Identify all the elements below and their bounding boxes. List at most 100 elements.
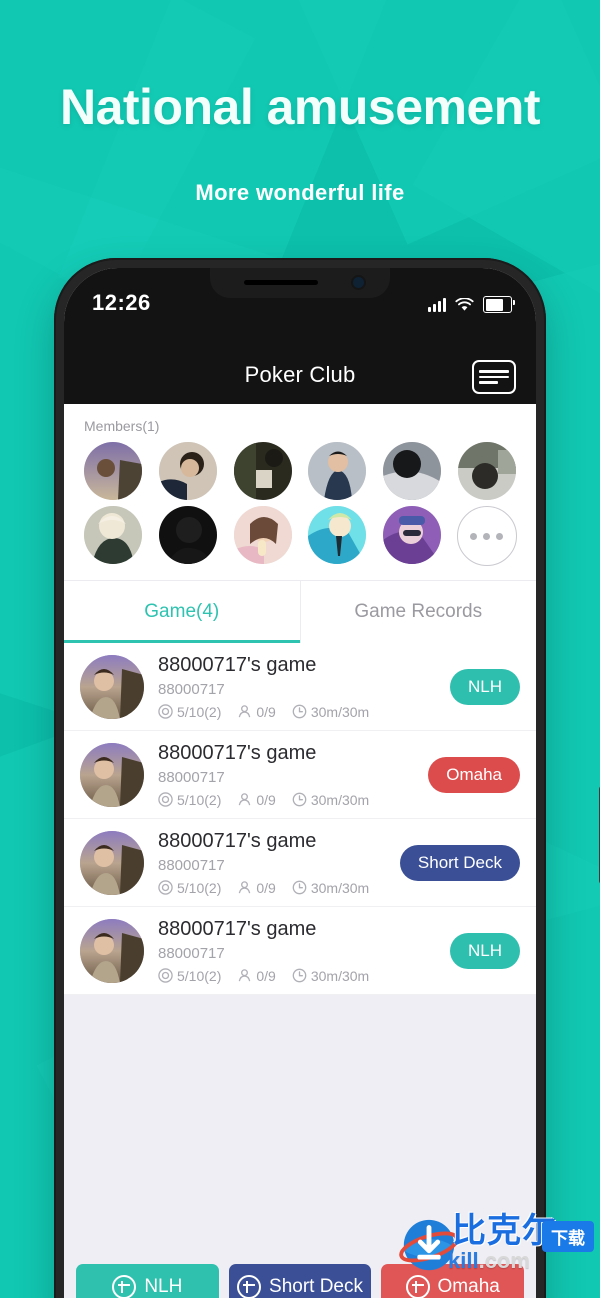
person-icon xyxy=(239,793,251,806)
game-blinds-value: 5/10(2) xyxy=(177,967,222,984)
create-short-deck-label: Short Deck xyxy=(269,1276,363,1297)
members-avatar-grid xyxy=(78,442,522,566)
clock-icon xyxy=(292,704,307,719)
list-empty-space xyxy=(64,995,536,1113)
chips-icon xyxy=(158,880,173,895)
game-players: 0/9 xyxy=(237,703,276,720)
clock-icon xyxy=(292,880,307,895)
app-title-bar: Poker Club xyxy=(64,346,536,404)
game-list: 88000717's game 88000717 5/10(2) 0/9 30m… xyxy=(64,643,536,995)
status-badge: NLH xyxy=(449,668,520,705)
create-nlh-button[interactable]: NLH xyxy=(76,1264,219,1298)
phone-notch xyxy=(210,268,390,298)
game-players-value: 0/9 xyxy=(256,703,276,720)
chips-icon xyxy=(158,704,173,719)
plus-circle-icon xyxy=(237,1275,262,1298)
create-omaha-label: Omaha xyxy=(437,1276,500,1297)
member-avatar-8[interactable] xyxy=(158,506,217,564)
bottom-action-bar: NLH Short Deck Omaha xyxy=(64,1256,536,1298)
game-players: 0/9 xyxy=(237,791,276,808)
game-blinds-value: 5/10(2) xyxy=(177,879,222,896)
chips-icon xyxy=(158,792,173,807)
game-title: 88000717's game xyxy=(158,653,317,676)
tab-game-records-label: Game Records xyxy=(354,601,483,622)
clock-icon xyxy=(292,968,307,983)
promo-headline: National amusement xyxy=(59,79,541,135)
game-duration-value: 30m/30m xyxy=(310,967,370,984)
tab-game-records[interactable]: Game Records xyxy=(299,581,537,643)
member-avatar-2[interactable] xyxy=(158,442,217,500)
members-label: Members(1) xyxy=(84,418,160,434)
member-avatar-3[interactable] xyxy=(233,442,292,500)
game-owner-avatar xyxy=(80,918,144,983)
phone-screen: 12:26 Poker Club Members(1) Game(4) Game… xyxy=(64,268,536,1298)
game-duration: 30m/30m xyxy=(292,880,369,896)
more-dots-icon[interactable] xyxy=(456,506,517,566)
content-tabs: Game(4) Game Records xyxy=(64,580,536,643)
clock-icon xyxy=(292,792,307,807)
members-section: Members(1) xyxy=(64,404,536,580)
game-players-value: 0/9 xyxy=(256,879,276,896)
game-duration-value: 30m/30m xyxy=(310,791,370,808)
game-blinds: 5/10(2) xyxy=(158,880,221,896)
person-icon xyxy=(239,881,251,894)
plus-circle-icon xyxy=(405,1275,430,1298)
game-title: 88000717's game xyxy=(158,917,317,940)
create-omaha-button[interactable]: Omaha xyxy=(381,1264,525,1298)
battery-icon xyxy=(483,296,515,313)
game-blinds: 5/10(2) xyxy=(158,968,221,984)
game-owner: 88000717 xyxy=(158,944,225,962)
front-camera xyxy=(353,277,364,288)
table-row[interactable]: 88000717's game 88000717 5/10(2) 0/9 30m… xyxy=(64,731,536,819)
create-short-deck-button[interactable]: Short Deck xyxy=(228,1264,372,1298)
person-icon xyxy=(239,705,251,718)
game-owner: 88000717 xyxy=(158,856,225,874)
member-avatar-11[interactable] xyxy=(382,506,441,564)
game-duration: 30m/30m xyxy=(292,968,369,984)
member-avatar-4[interactable] xyxy=(308,442,367,500)
game-blinds-value: 5/10(2) xyxy=(177,703,222,720)
game-owner: 88000717 xyxy=(158,680,225,698)
page-title: Poker Club xyxy=(244,362,356,387)
game-duration-value: 30m/30m xyxy=(310,703,370,720)
signal-bars-icon xyxy=(428,297,446,312)
create-nlh-label: NLH xyxy=(144,1276,183,1297)
person-icon xyxy=(239,969,251,982)
member-avatar-6[interactable] xyxy=(457,442,516,500)
status-badge: Short Deck xyxy=(399,844,520,881)
table-row[interactable]: 88000717's game 88000717 5/10(2) 0/9 30m… xyxy=(64,643,536,731)
game-players-value: 0/9 xyxy=(256,791,276,808)
table-row[interactable]: 88000717's game 88000717 5/10(2) 0/9 30m… xyxy=(64,819,536,907)
game-players-value: 0/9 xyxy=(256,967,276,984)
member-avatar-1[interactable] xyxy=(84,442,143,500)
game-blinds-value: 5/10(2) xyxy=(177,791,222,808)
status-time: 12:26 xyxy=(92,290,151,315)
plus-circle-icon xyxy=(112,1275,137,1298)
game-owner-avatar xyxy=(80,654,144,719)
wifi-icon xyxy=(455,297,474,311)
game-players: 0/9 xyxy=(237,967,276,984)
status-badge: NLH xyxy=(449,932,520,969)
member-avatar-5[interactable] xyxy=(382,442,441,500)
game-duration: 30m/30m xyxy=(292,792,369,808)
list-menu-icon[interactable] xyxy=(472,360,516,394)
tab-game-label: Game(4) xyxy=(144,601,220,622)
game-owner-avatar xyxy=(80,830,144,895)
chips-icon xyxy=(158,968,173,983)
table-row[interactable]: 88000717's game 88000717 5/10(2) 0/9 30m… xyxy=(64,907,536,995)
game-duration: 30m/30m xyxy=(292,704,369,720)
promo-subheadline: More wonderful life xyxy=(195,180,405,205)
game-title: 88000717's game xyxy=(158,741,317,764)
game-title: 88000717's game xyxy=(158,829,317,852)
status-bar: 12:26 xyxy=(64,268,536,346)
member-avatar-9[interactable] xyxy=(233,506,292,564)
game-blinds: 5/10(2) xyxy=(158,704,221,720)
member-avatar-7[interactable] xyxy=(84,506,143,564)
game-owner-avatar xyxy=(80,742,144,807)
member-avatar-10[interactable] xyxy=(308,506,367,564)
promo-banner: National amusement More wonderful life 1… xyxy=(0,0,600,1298)
tab-game[interactable]: Game(4) xyxy=(64,581,300,643)
game-players: 0/9 xyxy=(237,879,276,896)
status-badge: Omaha xyxy=(428,756,520,793)
game-blinds: 5/10(2) xyxy=(158,792,221,808)
